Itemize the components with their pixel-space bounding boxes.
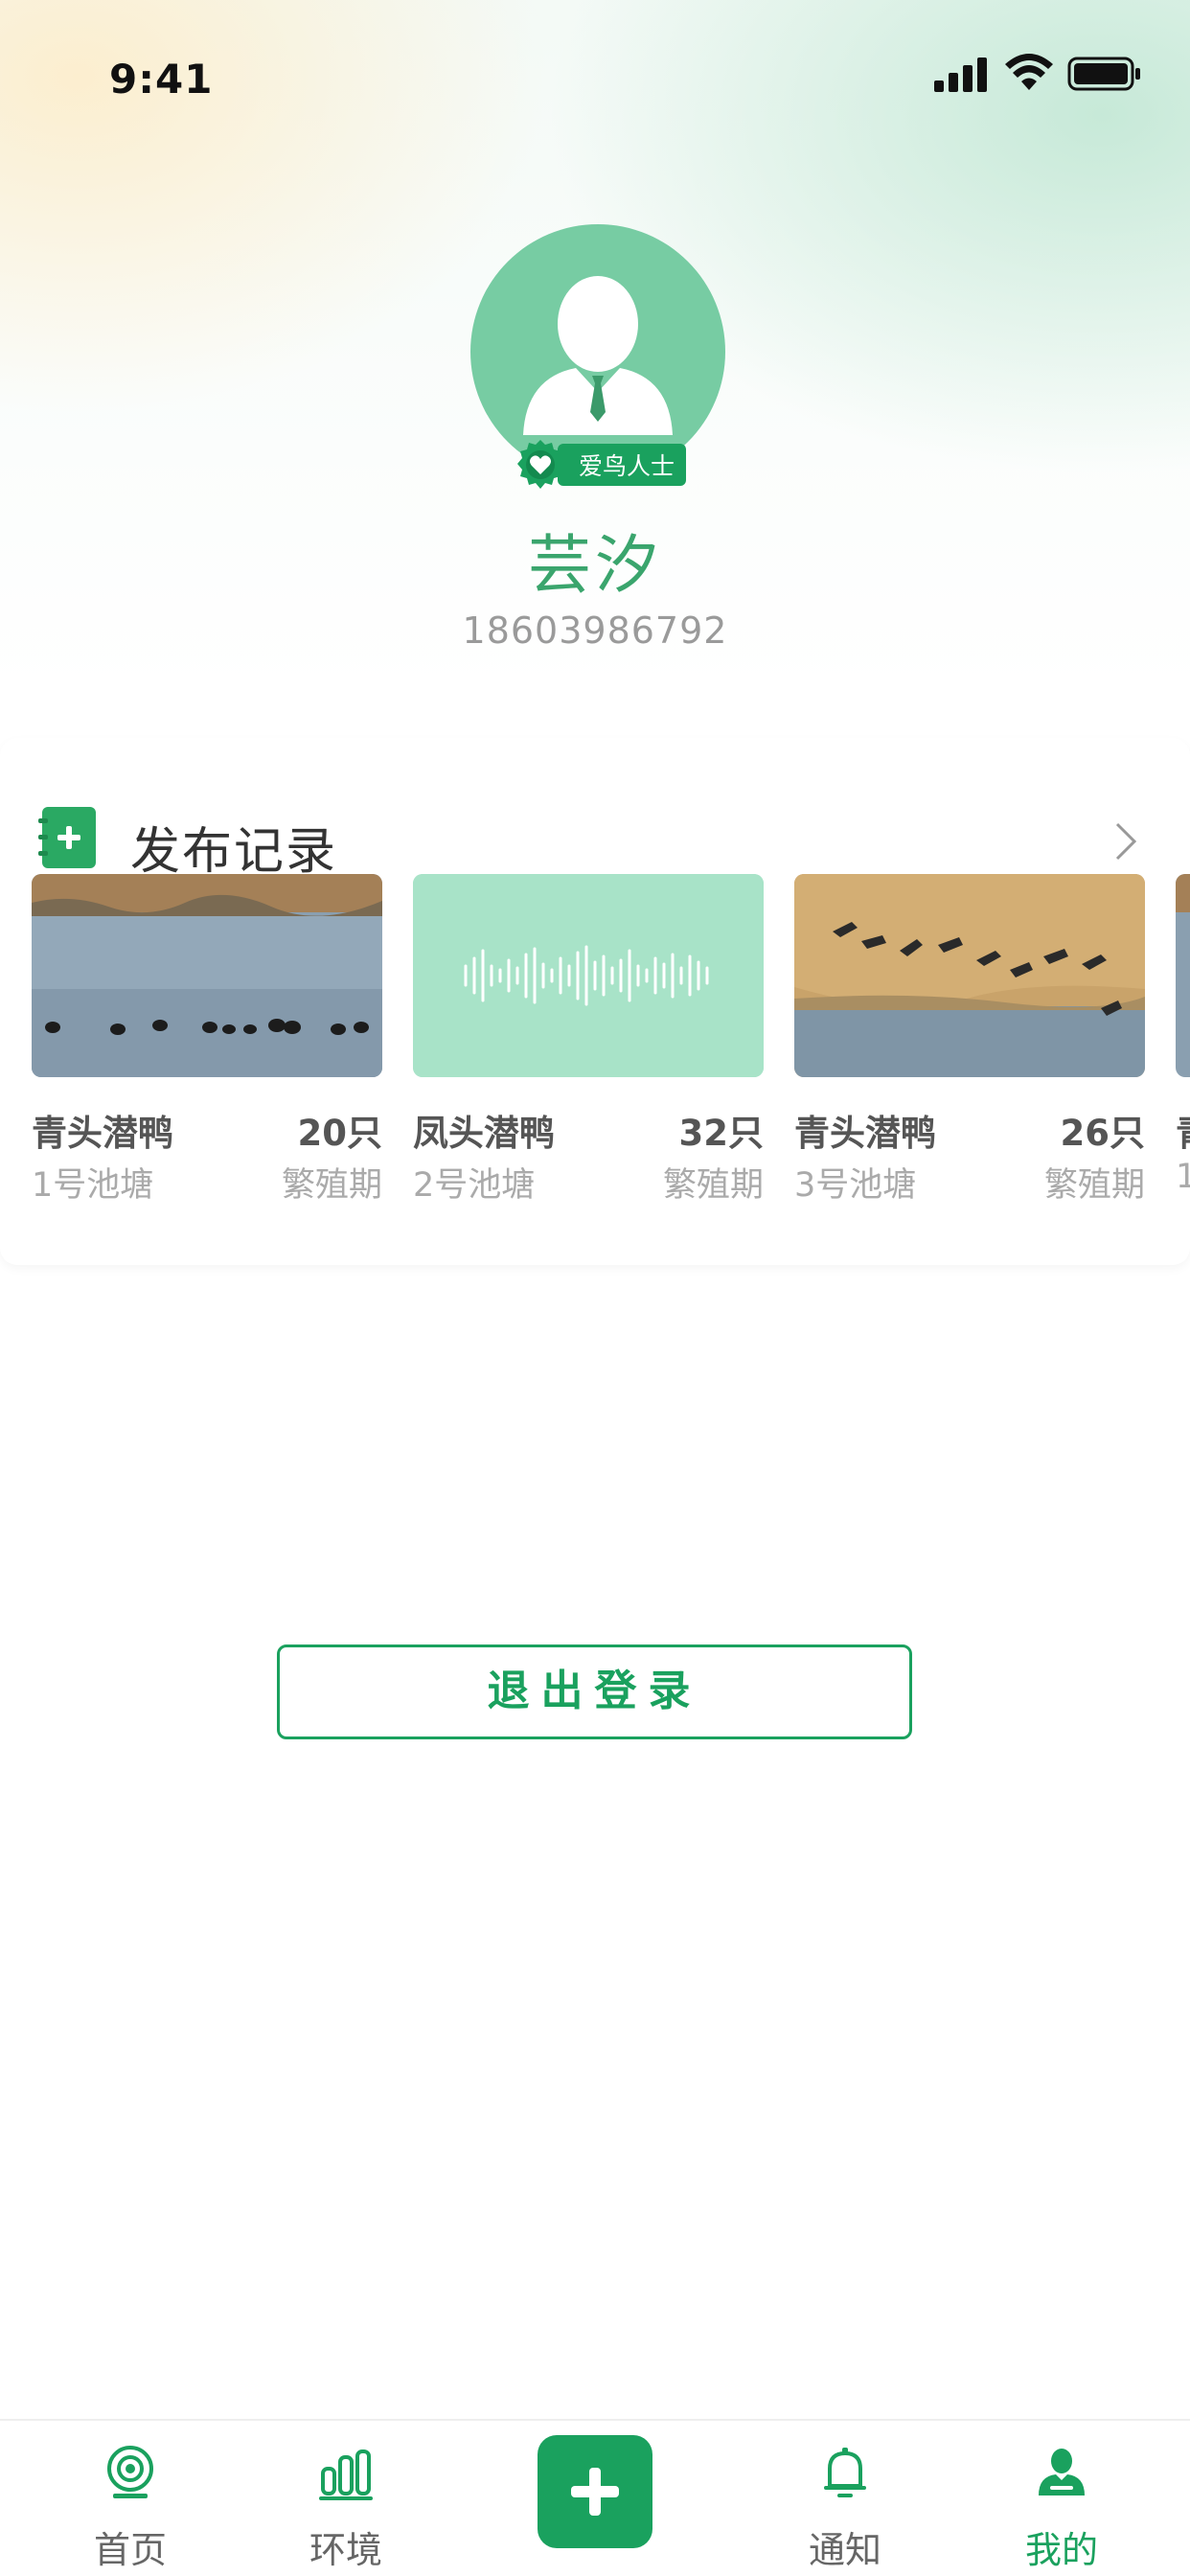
tab-bar: 首页 环境 通知 我的 [0, 2419, 1190, 2576]
record-card[interactable]: 青头潜鸭 26只 3号池塘 繁殖期 [794, 874, 1145, 1219]
plus-icon [571, 2468, 619, 2516]
tab-label: 首页 [93, 2529, 167, 2571]
record-pond: 2号池塘 [413, 1166, 536, 1205]
publish-records-card: 发布记录 青头潜鸭 20只 1号池塘 繁殖期 凤头潜鸭 32只 2号池塘 繁殖期… [0, 738, 1190, 1265]
user-badge: 爱鸟人士 [514, 440, 687, 489]
chart-icon [319, 2450, 373, 2500]
tab-environment[interactable]: 环境 [260, 2421, 432, 2576]
tab-mine[interactable]: 我的 [975, 2421, 1148, 2576]
audio-waveform-icon [413, 874, 764, 1077]
badge-label: 爱鸟人士 [558, 444, 687, 486]
wifi-icon [1005, 54, 1053, 90]
record-audio [413, 874, 764, 1077]
record-species: 青 [1176, 1104, 1190, 1156]
tab-label: 我的 [1024, 2529, 1098, 2571]
record-stage: 繁殖期 [662, 1166, 764, 1205]
tab-home[interactable]: 首页 [44, 2421, 217, 2576]
battery-icon [1067, 57, 1140, 91]
camera-icon [107, 2446, 153, 2498]
tab-label: 通知 [808, 2529, 881, 2571]
section-title: 发布记录 [130, 823, 338, 881]
record-pond: 1 [1176, 1158, 1190, 1196]
record-count: 32只 [678, 1113, 765, 1154]
record-count: 26只 [1060, 1113, 1146, 1154]
user-name: 芸汐 [528, 528, 662, 602]
notebook-icon [38, 807, 96, 868]
record-card[interactable]: 青 1 [1176, 874, 1190, 1219]
chevron-right-icon[interactable] [1113, 820, 1138, 862]
heart-seal-icon [517, 440, 563, 489]
logout-button[interactable]: 退出登录 [277, 1644, 912, 1739]
record-count: 20只 [297, 1113, 383, 1154]
status-time: 9:41 [109, 56, 214, 103]
person-icon [1039, 2449, 1085, 2496]
record-stage: 繁殖期 [281, 1166, 382, 1205]
tab-notifications[interactable]: 通知 [759, 2421, 931, 2576]
record-species: 青头潜鸭 [794, 1113, 936, 1154]
record-pond: 3号池塘 [794, 1166, 917, 1205]
records-header[interactable]: 发布记录 [0, 772, 1190, 881]
records-list[interactable]: 青头潜鸭 20只 1号池塘 繁殖期 凤头潜鸭 32只 2号池塘 繁殖期 青头潜鸭… [0, 874, 1190, 1238]
status-bar: 9:41 [0, 0, 1190, 144]
record-card[interactable]: 青头潜鸭 20只 1号池塘 繁殖期 [32, 874, 382, 1219]
record-stage: 繁殖期 [1043, 1166, 1145, 1205]
record-photo [1176, 874, 1190, 1077]
record-photo [794, 874, 1145, 1077]
tab-label: 环境 [309, 2529, 382, 2571]
signal-icon [934, 58, 987, 92]
record-species: 青头潜鸭 [32, 1113, 173, 1154]
record-species: 凤头潜鸭 [413, 1113, 555, 1154]
user-phone: 18603986792 [462, 610, 728, 652]
add-button[interactable] [538, 2435, 652, 2548]
bell-icon [824, 2448, 866, 2497]
record-pond: 1号池塘 [32, 1166, 154, 1205]
record-card[interactable]: 凤头潜鸭 32只 2号池塘 繁殖期 [413, 874, 764, 1219]
record-photo [32, 874, 382, 1077]
